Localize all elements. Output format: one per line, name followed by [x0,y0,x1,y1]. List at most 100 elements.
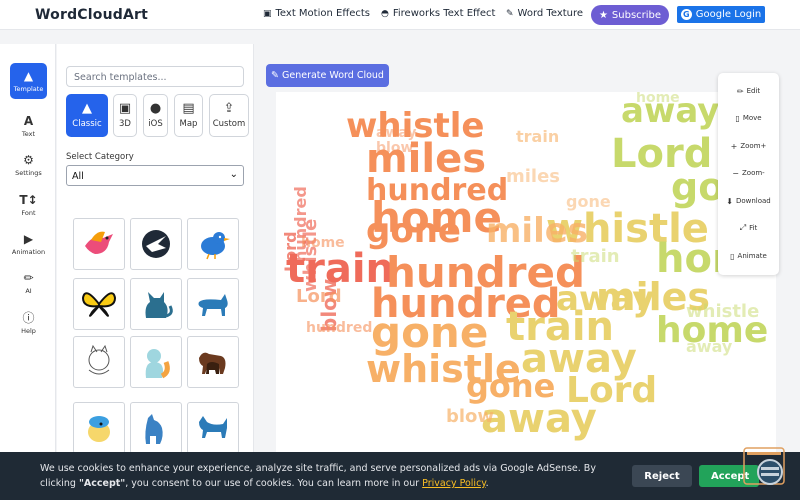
subscribe-button[interactable]: ★ Subscribe [591,5,669,25]
sidebar-item-label: Template [13,84,44,93]
cloud-word: blow [376,140,413,156]
help-icon: ⓘ [22,310,35,325]
tool-edit[interactable]: ✏ Edit [718,81,779,101]
twitter-bird-icon [201,232,230,260]
tool-label: Download [735,197,771,205]
tool-zoom-in[interactable]: + Zoom+ [718,136,779,156]
dog-standing-icon [199,416,227,438]
generate-label: Generate Word Cloud [282,70,384,81]
tool-label: Zoom- [741,169,765,177]
cookie-accept-word: "Accept" [78,478,126,489]
template-type-classic[interactable]: ▲ Classic [66,94,108,137]
nav-label: Text Motion Effects [275,8,370,19]
google-login-button[interactable]: G Google Login [677,6,765,23]
cube-icon: ▣ [118,101,132,116]
cube-icon: ▣ [263,8,272,19]
template-type-label: Custom [212,119,246,129]
tool-zoom-out[interactable]: − Zoom- [718,163,779,183]
template-thumb-butterfly[interactable] [73,278,125,330]
cloud-word: miles [486,211,588,251]
template-thumb-cartoon-bird[interactable] [73,402,125,454]
nav-word-texture[interactable]: ✎ Word Texture [506,8,583,19]
font-icon: T↕ [19,192,38,207]
google-login-label: Google Login [695,9,762,20]
template-panel: Search templates... ▲ Classic ▣ 3D ● iOS… [57,44,254,464]
canvas-toolbar: ✏ Edit ▯ Move + Zoom+ − Zoom- ⬇ Download… [718,73,779,275]
template-thumb-bird[interactable] [73,218,125,270]
star-icon: ★ [598,9,608,21]
nav-fireworks-text-effect[interactable]: ◓ Fireworks Text Effect [381,8,495,19]
template-thumb-phoenix[interactable] [130,218,182,270]
shapes-icon: ▲ [23,68,34,83]
brush-icon: ✎ [506,8,514,19]
template-type-ios[interactable]: ● iOS [143,94,168,137]
cat-walking-icon [198,294,228,316]
tool-sidebar: ▲ Template A Text ⚙ Settings T↕ Font ▶ A… [0,44,56,464]
cookie-message: We use cookies to enhance your experienc… [40,461,600,491]
cloud-word: away [481,396,597,442]
download-icon: ⬇ [726,196,733,206]
nav-text-motion-effects[interactable]: ▣ Text Motion Effects [263,8,370,19]
cloud-word: away [686,337,733,356]
sidebar-item-font[interactable]: T↕ Font [10,187,47,223]
phoenix-icon [142,230,170,258]
template-type-3d[interactable]: ▣ 3D [113,94,137,137]
template-type-label: Map [179,119,198,129]
sidebar-item-label: Settings [15,168,42,177]
template-thumb-twitter-bird[interactable] [187,218,239,270]
sidebar-item-help[interactable]: ⓘ Help [10,305,47,341]
template-thumb-cat-sketch[interactable] [73,336,125,388]
category-select[interactable]: All ⌄ [66,165,244,186]
sidebar-item-text[interactable]: A Text [10,108,47,144]
cookie-text-part: . [485,478,489,489]
tool-label: Edit [746,87,761,95]
cloud-word: gone [366,211,461,251]
fit-icon: ⤢ [739,223,747,232]
tool-animate[interactable]: ▯ Animate [718,246,779,266]
privacy-policy-link[interactable]: Privacy Policy [422,478,485,489]
gear-icon: ⚙ [23,152,34,167]
tool-fit[interactable]: ⤢ Fit [718,218,779,238]
generate-word-cloud-button[interactable]: ✎ Generate Word Cloud [266,64,389,87]
cloud-word: Lord [296,286,342,307]
cloud-word: away [376,125,417,141]
sidebar-item-animation[interactable]: ▶ Animation [10,226,47,262]
cat-sketch-icon [88,344,110,375]
template-thumb-cat-walking[interactable] [187,278,239,330]
pen-icon: ✏ [23,270,34,285]
reject-button[interactable]: Reject [632,465,692,487]
sidebar-item-template[interactable]: ▲ Template [10,63,47,99]
template-thumb-dog[interactable] [130,402,182,454]
sidebar-item-label: AI [25,286,32,295]
template-thumb-cat[interactable] [130,278,182,330]
category-value: All [72,171,84,182]
play-icon: ▶ [23,231,34,246]
shapes-icon: ▲ [82,101,92,116]
cloud-word: hundred [306,320,372,336]
map-icon: ▤ [182,101,195,116]
template-thumb-dog-standing[interactable] [187,402,239,454]
sidebar-item-ai[interactable]: ✏ AI [10,265,47,301]
cat-sitting-icon [145,349,170,379]
move-icon: ▯ [735,113,740,123]
butterfly-icon [81,292,117,317]
tool-download[interactable]: ⬇ Download [718,191,779,211]
tool-label: Zoom+ [740,142,767,150]
sidebar-item-settings[interactable]: ⚙ Settings [10,147,47,183]
chat-widget-icon[interactable] [741,446,788,488]
site-logo[interactable]: WordCloudArt [35,7,148,23]
apple-icon: ● [149,101,162,116]
word-cloud-canvas[interactable]: whistleLordawaymileshundredgonehomewhist… [276,92,776,452]
template-thumb-cat-sitting[interactable] [130,336,182,388]
pen-icon: ✎ [271,70,279,81]
tool-move[interactable]: ▯ Move [718,108,779,128]
template-type-map[interactable]: ▤ Map [174,94,203,137]
template-search-input[interactable]: Search templates... [66,66,244,87]
cloud-word: gone [566,192,611,211]
tool-label: Animate [737,252,767,260]
template-thumb-dogs[interactable] [187,336,239,388]
tool-label: Fit [749,224,758,232]
template-type-custom[interactable]: ⇪ Custom [209,94,249,137]
tool-label: Move [742,114,762,122]
zoom-out-icon: − [732,168,739,178]
